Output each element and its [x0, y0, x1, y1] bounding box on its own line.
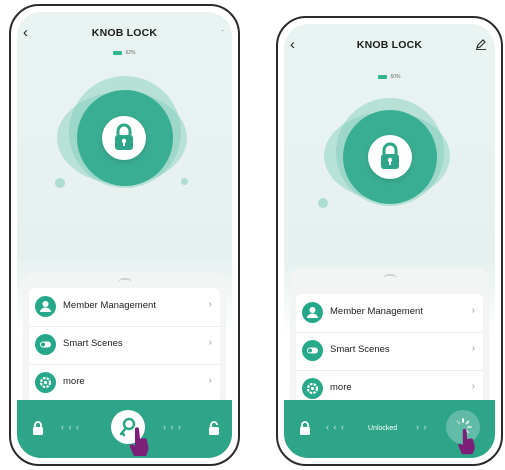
- lock-icon: [381, 142, 399, 169]
- menu-item-label: more: [330, 382, 352, 393]
- person-icon: [35, 296, 56, 317]
- lock-icon: [115, 123, 133, 150]
- chevron-right-icon: ›: [208, 375, 212, 386]
- gear-icon: [302, 378, 323, 399]
- battery-indicator: 60%: [284, 74, 495, 80]
- menu-item-label: Smart Scenes: [330, 344, 390, 355]
- chevron-right-icon: ›: [208, 337, 212, 348]
- battery-indicator: 62%: [17, 50, 232, 56]
- header: ‹ KNOB LOCK ·: [17, 24, 232, 44]
- menu-item-label: Smart Scenes: [63, 338, 123, 349]
- sheet-handle[interactable]: [382, 274, 397, 279]
- battery-icon: [378, 74, 388, 79]
- slide-right-arrows: › › ›: [163, 422, 182, 432]
- lock-icon: [33, 421, 43, 435]
- battery-icon: [113, 50, 123, 55]
- menu-item-label: more: [63, 376, 85, 387]
- bubble: [55, 178, 65, 188]
- toggle-icon: [302, 340, 323, 361]
- chevron-right-icon: ›: [471, 343, 475, 354]
- chevron-right-icon: ›: [471, 305, 475, 316]
- edit-icon[interactable]: ·: [221, 26, 224, 35]
- chevron-right-icon: ›: [471, 381, 475, 392]
- phone-frame-right: ‹ KNOB LOCK 60% Member Management › Smar…: [276, 16, 503, 466]
- app-screen: ‹ KNOB LOCK 60% Member Management › Smar…: [284, 24, 495, 458]
- bubble: [181, 178, 188, 185]
- menu-item-member-management[interactable]: Member Management ›: [29, 288, 220, 327]
- lock-icon: [300, 421, 310, 435]
- pencil-icon[interactable]: [475, 38, 487, 50]
- chevron-right-icon: ›: [208, 299, 212, 310]
- slide-left-arrows: ‹ ‹ ‹: [61, 422, 80, 432]
- gear-icon: [35, 372, 56, 393]
- lock-button[interactable]: [102, 116, 146, 160]
- menu-item-member-management[interactable]: Member Management ›: [296, 294, 483, 333]
- lock-button[interactable]: [368, 135, 412, 179]
- menu-item-label: Member Management: [330, 306, 423, 317]
- unlock-icon: [209, 421, 219, 435]
- bubble: [318, 198, 328, 208]
- app-screen: ‹ KNOB LOCK · 62% Member Management › Sm…: [17, 12, 232, 458]
- person-icon: [302, 302, 323, 323]
- pointing-hand-icon: [458, 428, 475, 455]
- toggle-icon: [35, 334, 56, 355]
- menu-item-label: Member Management: [63, 300, 156, 311]
- unlock-status-text: Unlocked: [368, 425, 398, 432]
- slide-right-arrows: › ›: [416, 422, 428, 432]
- slide-left-arrows: ‹ ‹ ‹: [326, 422, 345, 432]
- page-title: KNOB LOCK: [356, 39, 423, 51]
- battery-level: 62%: [125, 50, 136, 56]
- lock-illustration: [316, 90, 466, 230]
- lock-illustration: [49, 68, 199, 208]
- sheet-handle[interactable]: [117, 278, 132, 283]
- menu-list: Member Management › Smart Scenes › more …: [29, 288, 220, 402]
- battery-level: 60%: [390, 74, 401, 80]
- unlock-slider-bar[interactable]: ‹ ‹ ‹ Unlocked › ›: [284, 400, 495, 458]
- menu-item-smart-scenes[interactable]: Smart Scenes ›: [296, 332, 483, 371]
- header: ‹ KNOB LOCK: [284, 36, 495, 56]
- pointing-hand-icon: [129, 427, 149, 456]
- menu-list: Member Management › Smart Scenes › more …: [296, 294, 483, 408]
- phone-frame-left: ‹ KNOB LOCK · 62% Member Management › Sm…: [9, 4, 240, 466]
- menu-item-more[interactable]: more ›: [29, 364, 220, 402]
- menu-item-smart-scenes[interactable]: Smart Scenes ›: [29, 326, 220, 365]
- page-title: KNOB LOCK: [91, 27, 158, 39]
- unlock-slider-bar[interactable]: ‹ ‹ ‹ › › ›: [17, 400, 232, 458]
